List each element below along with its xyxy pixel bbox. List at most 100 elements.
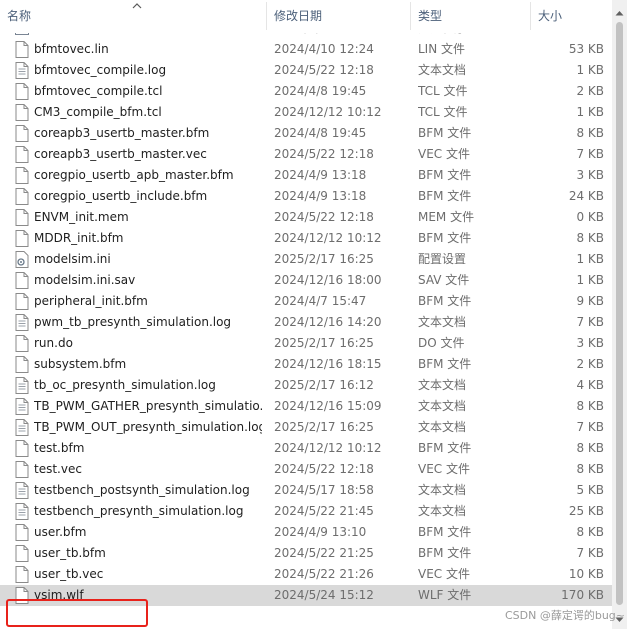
file-type: TCL 文件: [418, 105, 468, 119]
file-icon: [15, 230, 29, 247]
file-row[interactable]: coreapb3_usertb_master.bfm 2024/4/8 19:45…: [0, 123, 612, 144]
text-file-icon: [15, 377, 29, 394]
file-size: 3 KB: [576, 336, 604, 350]
file-row[interactable]: coreapb3_usertb_master.vec 2024/5/22 12:1…: [0, 144, 612, 165]
file-row[interactable]: coregpio_usertb_apb_master.bfm 2024/4/9 1…: [0, 165, 612, 186]
file-name: tb_oc_presynth_simulation.log: [34, 378, 216, 392]
file-size: 7 KB: [576, 546, 604, 560]
file-row[interactable]: pwm_tb_presynth_simulation.log 2024/12/16…: [0, 312, 612, 333]
file-row[interactable]: bfmtovec.lin 2024/4/10 12:24 LIN 文件 53 KB: [0, 39, 612, 60]
file-row[interactable]: user.bfm 2024/4/9 13:10 BFM 文件 8 KB: [0, 522, 612, 543]
file-row[interactable]: tb_oc_presynth_simulation.log 2025/2/17 1…: [0, 375, 612, 396]
file-icon: [15, 167, 29, 184]
file-size: 1 KB: [576, 105, 604, 119]
file-name: bfmtovec.lin: [34, 42, 109, 56]
file-icon: [15, 125, 29, 142]
file-list: bfmtovec.exe2024/4/10 12:24应用程序241 KBbfm…: [0, 14, 612, 629]
file-name: coregpio_usertb_include.bfm: [34, 189, 208, 203]
file-row[interactable]: MDDR_init.bfm 2024/12/12 10:12 BFM 文件 8 KB: [0, 228, 612, 249]
file-date: 2024/4/8 19:45: [274, 84, 367, 98]
file-date: 2024/4/9 13:18: [274, 189, 367, 203]
file-row[interactable]: test.bfm 2024/12/12 10:12 BFM 文件 8 KB: [0, 438, 612, 459]
vertical-scrollbar[interactable]: [612, 0, 627, 629]
file-name: user.bfm: [34, 525, 87, 539]
file-row[interactable]: modelsim.ini 2025/2/17 16:25 配置设置 1 KB: [0, 249, 612, 270]
file-name: test.bfm: [34, 441, 85, 455]
file-name: MDDR_init.bfm: [34, 231, 124, 245]
sort-ascending-icon: [130, 0, 144, 10]
file-icon: [15, 335, 29, 352]
file-date: 2024/12/12 10:12: [274, 441, 382, 455]
file-row[interactable]: user_tb.bfm 2024/5/22 21:25 BFM 文件 7 KB: [0, 543, 612, 564]
file-size: 9 KB: [576, 294, 604, 308]
file-size: 7 KB: [576, 147, 604, 161]
scrollbar-thumb[interactable]: [616, 22, 623, 605]
file-row[interactable]: vsim.wlf 2024/5/24 15:12 WLF 文件 170 KB: [0, 585, 612, 606]
file-icon: [15, 356, 29, 373]
column-header-type[interactable]: 类型: [411, 0, 529, 33]
file-name: TB_PWM_OUT_presynth_simulation.log: [34, 420, 262, 434]
column-header-size[interactable]: 大小: [531, 0, 612, 33]
file-type: BFM 文件: [418, 525, 472, 539]
file-date: 2024/12/16 18:00: [274, 273, 382, 287]
file-date: 2025/2/17 16:25: [274, 336, 374, 350]
file-type: BFM 文件: [418, 546, 472, 560]
file-row[interactable]: test.vec 2024/5/22 12:18 VEC 文件 8 KB: [0, 459, 612, 480]
file-date: 2024/12/16 15:09: [274, 399, 382, 413]
file-row[interactable]: bfmtovec_compile.tcl 2024/4/8 19:45 TCL 文件…: [0, 81, 612, 102]
file-size: 8 KB: [576, 231, 604, 245]
file-size: 8 KB: [576, 126, 604, 140]
file-date: 2024/5/22 21:45: [274, 504, 374, 518]
file-size: 8 KB: [576, 441, 604, 455]
file-type: BFM 文件: [418, 294, 472, 308]
column-header-date[interactable]: 修改日期: [267, 0, 410, 33]
file-name: ENVM_init.mem: [34, 210, 129, 224]
file-type: BFM 文件: [418, 168, 472, 182]
file-row[interactable]: bfmtovec_compile.log 2024/5/22 12:18 文本文档 1…: [0, 60, 612, 81]
file-icon: [15, 188, 29, 205]
file-row[interactable]: testbench_presynth_simulation.log 2024/5/…: [0, 501, 612, 522]
file-type: VEC 文件: [418, 567, 470, 581]
file-date: 2025/2/17 16:25: [274, 420, 374, 434]
file-size: 1 KB: [576, 252, 604, 266]
file-name: vsim.wlf: [34, 588, 84, 602]
file-date: 2024/4/8 19:45: [274, 126, 367, 140]
file-row[interactable]: peripheral_init.bfm 2024/4/7 15:47 BFM 文件 9…: [0, 291, 612, 312]
file-row[interactable]: coregpio_usertb_include.bfm 2024/4/9 13:1…: [0, 186, 612, 207]
file-name: peripheral_init.bfm: [34, 294, 148, 308]
file-type: 文本文档: [418, 315, 467, 329]
file-row[interactable]: subsystem.bfm 2024/12/16 18:15 BFM 文件 2 KB: [0, 354, 612, 375]
file-size: 1 KB: [576, 63, 604, 77]
file-row[interactable]: TB_PWM_GATHER_presynth_simulatio... 2024/…: [0, 396, 612, 417]
file-date: 2024/12/16 18:15: [274, 357, 382, 371]
file-row[interactable]: CM3_compile_bfm.tcl 2024/12/12 10:12 TCL 文…: [0, 102, 612, 123]
file-size: 10 KB: [568, 567, 604, 581]
file-row[interactable]: testbench_postsynth_simulation.log 2024/5…: [0, 480, 612, 501]
file-type: 文本文档: [418, 63, 467, 77]
file-icon: [15, 524, 29, 541]
file-type: 配置设置: [418, 252, 467, 266]
file-row[interactable]: modelsim.ini.sav 2024/12/16 18:00 SAV 文件 1 …: [0, 270, 612, 291]
file-icon: [15, 587, 29, 604]
file-name: bfmtovec_compile.log: [34, 63, 167, 77]
file-date: 2024/4/7 15:47: [274, 294, 367, 308]
file-icon: [15, 104, 29, 121]
text-file-icon: [15, 314, 29, 331]
file-type: DO 文件: [418, 336, 465, 350]
file-size: 2 KB: [576, 84, 604, 98]
file-type: BFM 文件: [418, 189, 472, 203]
file-name: user_tb.vec: [34, 567, 104, 581]
file-row[interactable]: TB_PWM_OUT_presynth_simulation.log 2025/2…: [0, 417, 612, 438]
file-type: BFM 文件: [418, 231, 472, 245]
scroll-up-arrow-icon[interactable]: [615, 5, 624, 16]
file-size: 8 KB: [576, 525, 604, 539]
file-date: 2024/5/22 21:26: [274, 567, 374, 581]
file-type: TCL 文件: [418, 84, 468, 98]
file-date: 2024/5/22 12:18: [274, 462, 374, 476]
file-date: 2024/5/17 18:58: [274, 483, 374, 497]
file-row[interactable]: run.do 2025/2/17 16:25 DO 文件 3 KB: [0, 333, 612, 354]
file-row[interactable]: user_tb.vec 2024/5/22 21:26 VEC 文件 10 KB: [0, 564, 612, 585]
file-name: CM3_compile_bfm.tcl: [34, 105, 162, 119]
file-row[interactable]: ENVM_init.mem 2024/5/22 12:18 MEM 文件 0 KB: [0, 207, 612, 228]
text-file-icon: [15, 398, 29, 415]
